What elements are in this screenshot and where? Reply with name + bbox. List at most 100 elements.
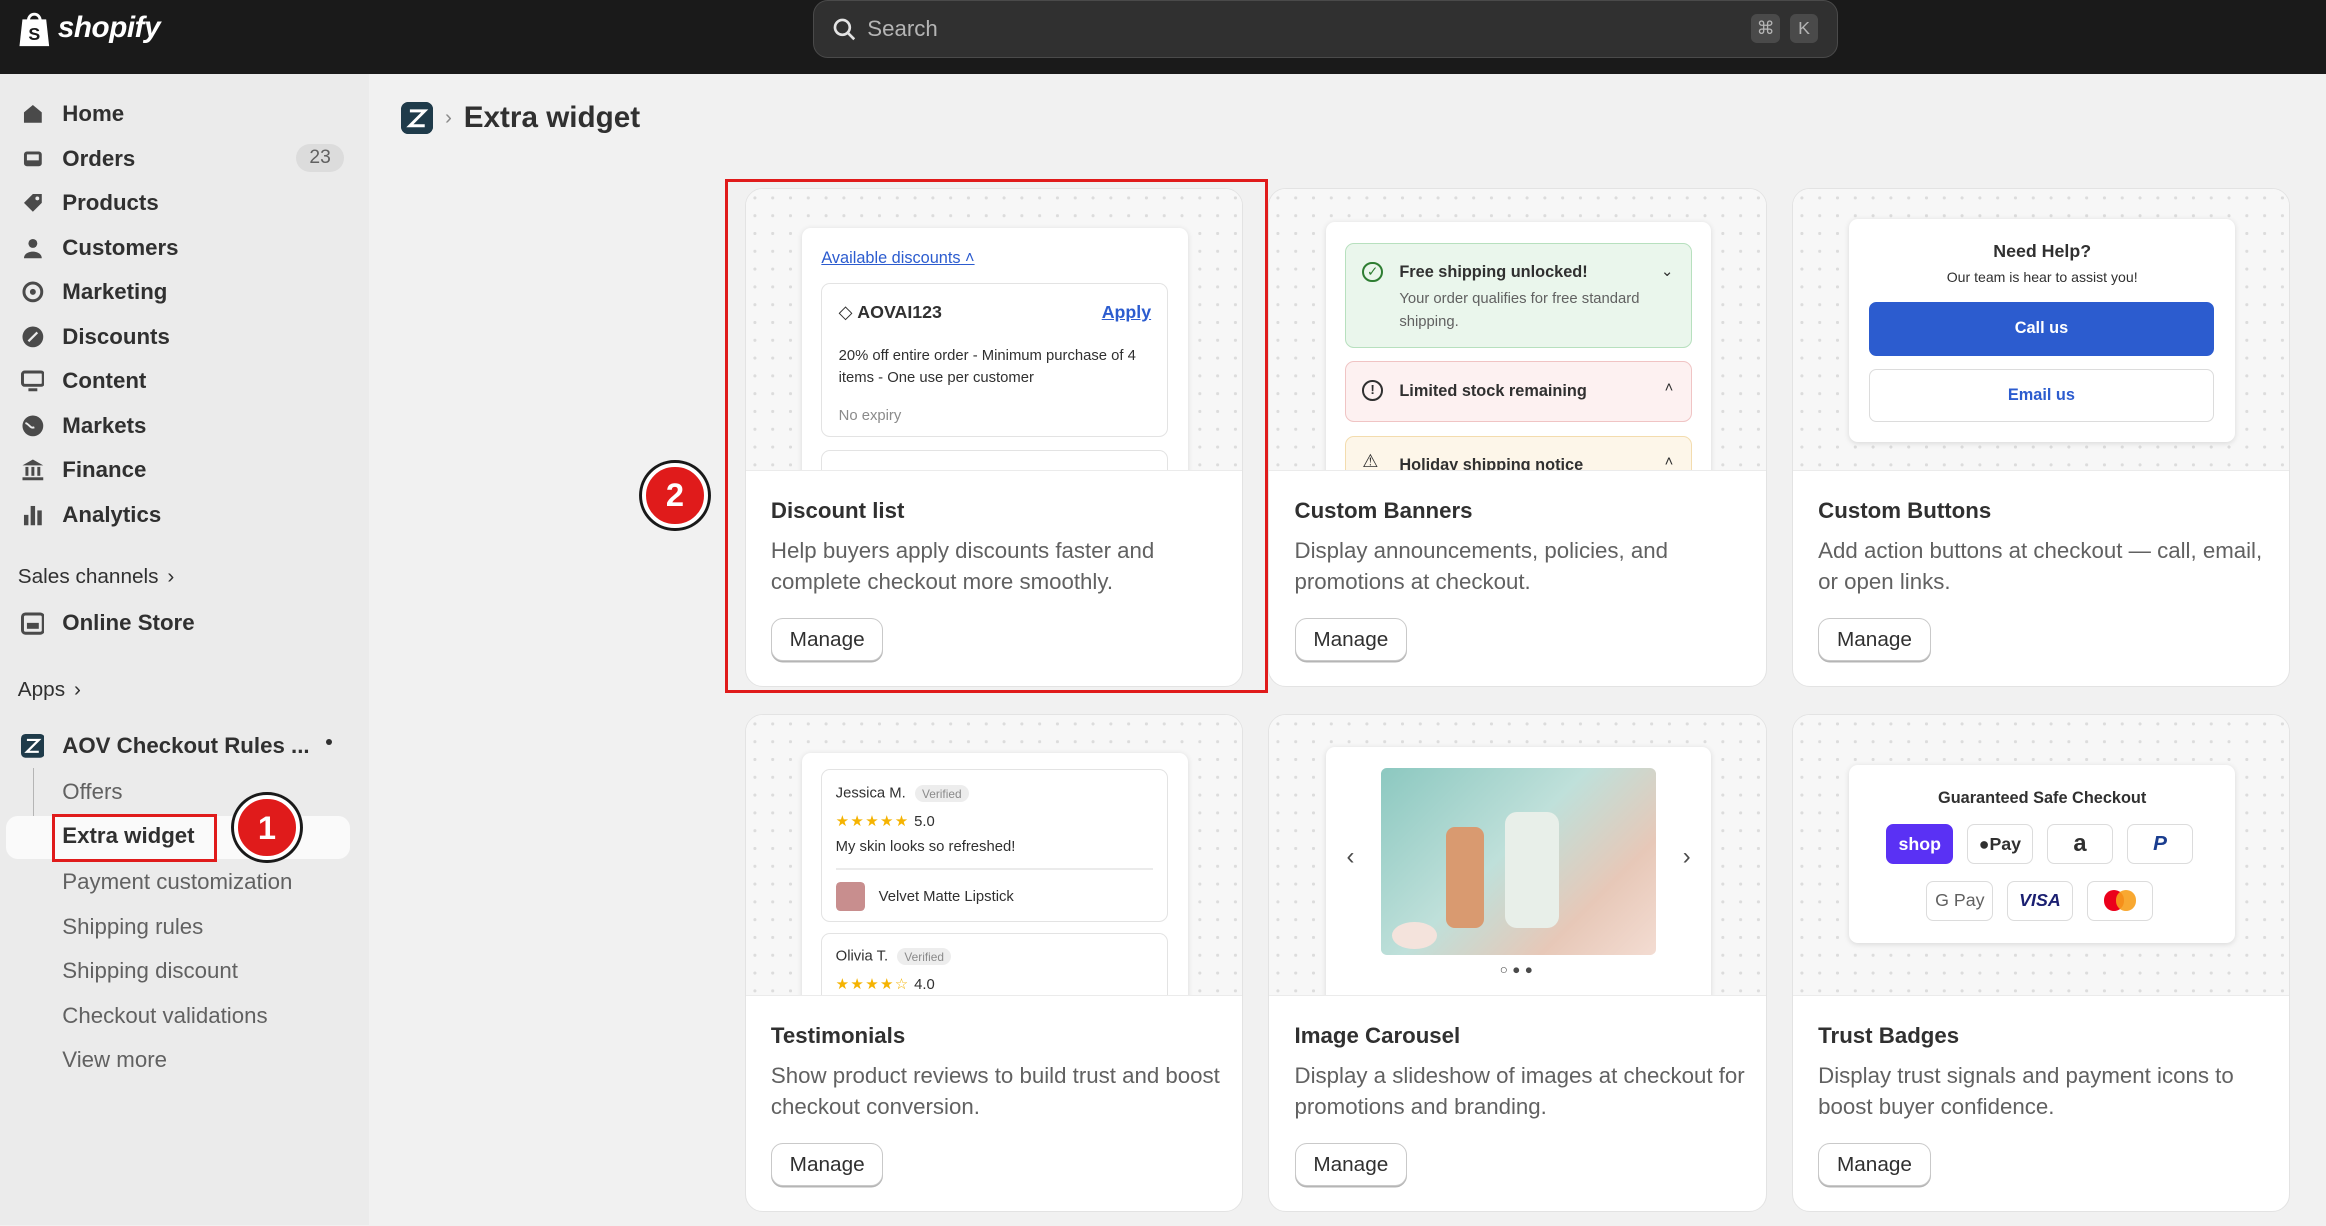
nav-label: Discounts <box>62 323 170 349</box>
nav-label: Online Store <box>62 610 195 636</box>
nav-label: Home <box>62 101 125 127</box>
sub-item-view-more[interactable]: View more <box>62 1047 167 1073</box>
nav-label: Products <box>62 190 159 216</box>
product-bottle <box>1505 812 1559 929</box>
apple-pay-icon: ● Pay <box>1966 824 2034 865</box>
sub-item-checkout-validations[interactable]: Checkout validations <box>62 1003 267 1029</box>
shortcut-key: K <box>1789 14 1819 43</box>
warning-icon: ⚠ <box>1362 451 1379 472</box>
annotation-box-extra-widget <box>51 814 217 862</box>
nav-content[interactable]: Content <box>9 360 350 402</box>
nav-customers[interactable]: Customers <box>9 227 350 269</box>
nav-analytics[interactable]: Analytics <box>9 494 350 536</box>
search-bar[interactable]: Search ⌘ K <box>812 0 1838 58</box>
card-title: Image Carousel <box>1294 1023 1461 1049</box>
nav-app-aov[interactable]: AOV Checkout Rules ... <box>9 725 350 767</box>
bank-icon <box>21 458 45 482</box>
card-title: Testimonials <box>770 1023 906 1049</box>
nav-label: Markets <box>62 412 147 438</box>
manage-button[interactable]: Manage <box>1818 618 1931 662</box>
free-shipping-banner: ✓ Free shipping unlocked! ⌄ Your order q… <box>1344 242 1693 349</box>
nav-label: Orders <box>62 145 136 171</box>
card-description: Show product reviews to build trust and … <box>770 1063 1220 1120</box>
help-heading: Need Help? <box>1993 241 2092 262</box>
call-us-button[interactable]: Call us <box>1868 302 2215 356</box>
chevron-right-icon: › <box>167 565 175 589</box>
nav-marketing[interactable]: Marketing <box>9 271 350 313</box>
nav-online-store[interactable]: Online Store <box>9 602 350 644</box>
card-preview: ‹ › ○●● <box>1269 714 1766 997</box>
divider <box>835 868 1154 870</box>
tag-icon <box>21 191 45 215</box>
help-subtext: Our team is hear to assist you! <box>1946 269 2138 286</box>
nav-orders[interactable]: Orders 23 <box>9 138 350 180</box>
app-logo-icon[interactable] <box>400 101 434 135</box>
store-icon <box>20 611 45 635</box>
manage-button[interactable]: Manage <box>1818 1143 1931 1187</box>
nav-products[interactable]: Products <box>9 182 350 224</box>
chevron-down-icon[interactable]: ⌄ <box>1661 263 1673 280</box>
reviewer-name: Olivia T. Verified <box>836 948 952 966</box>
card-description: Display announcements, policies, and pro… <box>1294 538 1669 595</box>
sub-item-shipping-discount[interactable]: Shipping discount <box>62 958 238 984</box>
shopify-logo[interactable]: S shopify <box>18 9 161 48</box>
banners-preview-panel: ✓ Free shipping unlocked! ⌄ Your order q… <box>1325 222 1712 472</box>
nav-discounts[interactable]: Discounts <box>9 316 350 358</box>
nav-label: Customers <box>62 234 179 260</box>
product-bottle <box>1445 827 1485 929</box>
paypal-icon: P <box>2126 824 2194 865</box>
orders-count-badge: 23 <box>296 143 345 172</box>
carousel-preview-panel: ‹ › ○●● <box>1325 747 1712 996</box>
chevron-left-icon[interactable]: ‹ <box>1346 844 1354 871</box>
manage-button[interactable]: Manage <box>1294 1143 1408 1187</box>
rating: ★★★★★ 5.0 <box>835 813 935 830</box>
card-preview: Jessica M. Verified ★★★★★ 5.0 My skin loo… <box>745 714 1243 997</box>
apple-icon: ● <box>1978 833 1990 854</box>
card-title: Custom Buttons <box>1818 497 1992 523</box>
sub-item-payment-customization[interactable]: Payment customization <box>62 869 292 895</box>
banner-title: Free shipping unlocked! <box>1399 263 1588 282</box>
svg-text:S: S <box>28 24 40 44</box>
breadcrumb: › Extra widget <box>400 101 640 135</box>
chevron-up-icon[interactable]: ˄ <box>1665 454 1674 470</box>
email-us-button[interactable]: Email us <box>1868 368 2215 423</box>
carousel-dots[interactable]: ○●● <box>1326 962 1712 977</box>
card-custom-buttons: Need Help? Our team is hear to assist yo… <box>1791 188 2291 687</box>
nav-label: Content <box>62 368 147 394</box>
bar-chart-icon <box>21 503 45 527</box>
sub-item-shipping-rules[interactable]: Shipping rules <box>62 914 203 940</box>
banner-title: Limited stock remaining <box>1399 381 1587 400</box>
chevron-right-icon[interactable]: › <box>1683 844 1691 871</box>
nav-finance[interactable]: Finance <box>9 449 350 491</box>
annotation-box-discount-list <box>725 179 1269 693</box>
sales-channels-section[interactable]: Sales channels › <box>18 565 175 589</box>
star-rating-icon: ★★★★☆ <box>835 977 910 994</box>
person-icon <box>21 236 45 260</box>
card-custom-banners: ✓ Free shipping unlocked! ⌄ Your order q… <box>1268 188 1767 687</box>
nav-markets[interactable]: Markets <box>9 405 350 447</box>
manage-button[interactable]: Manage <box>770 1143 884 1187</box>
annotation-marker-2: 2 <box>642 462 708 529</box>
card-image-carousel: ‹ › ○●● Image Carousel Display a slidesh… <box>1268 713 1767 1212</box>
card-preview: ✓ Free shipping unlocked! ⌄ Your order q… <box>1269 189 1766 472</box>
amazon-pay-icon: a <box>2046 824 2114 865</box>
nav-home[interactable]: Home <box>9 93 350 135</box>
brand-name: shopify <box>57 11 161 45</box>
annotation-marker-1: 1 <box>234 795 300 861</box>
limited-stock-banner: ! Limited stock remaining ˄ <box>1344 361 1693 423</box>
app-logo-icon <box>20 734 45 759</box>
apps-label: Apps <box>17 677 66 701</box>
sub-item-offers[interactable]: Offers <box>62 779 122 805</box>
card-description: Display a slideshow of images at checkou… <box>1294 1063 1745 1120</box>
nav-label: Analytics <box>62 501 162 527</box>
manage-button[interactable]: Manage <box>1294 618 1408 662</box>
chevron-up-icon[interactable]: ˄ <box>1665 380 1674 396</box>
breadcrumb-separator: › <box>445 105 452 129</box>
inbox-icon <box>21 147 45 171</box>
card-testimonials: Jessica M. Verified ★★★★★ 5.0 My skin loo… <box>744 713 1244 1212</box>
nav-label: AOV Checkout Rules ... <box>62 733 310 759</box>
alert-circle-icon: ! <box>1362 380 1384 402</box>
apps-section[interactable]: Apps › <box>18 678 81 702</box>
google-pay-icon: G Pay <box>1926 880 1994 921</box>
carousel-image <box>1380 767 1657 955</box>
